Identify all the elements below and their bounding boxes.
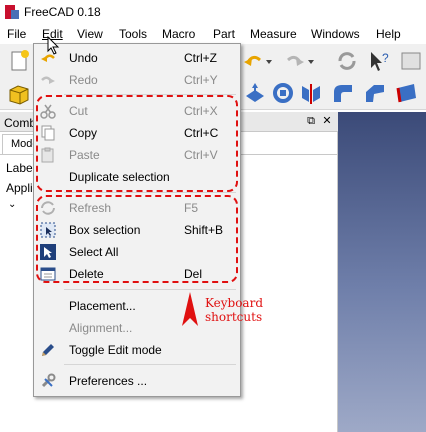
- menu-view[interactable]: View: [77, 27, 103, 41]
- annotation-label-line1: Keyboard: [205, 296, 264, 310]
- close-panel-icon[interactable]: ✕: [320, 114, 334, 128]
- part-mirror-icon[interactable]: [298, 80, 324, 106]
- menu-item-preferences[interactable]: Preferences ...: [34, 370, 240, 392]
- whats-this-icon[interactable]: ?: [366, 48, 392, 74]
- redo-dropdown-icon[interactable]: [304, 48, 330, 74]
- refresh-toolbar-icon[interactable]: [334, 48, 360, 74]
- svg-text:?: ?: [382, 51, 389, 65]
- menu-item-redo[interactable]: Redo Ctrl+Y: [34, 69, 240, 91]
- menu-item-toggle-edit-mode[interactable]: Toggle Edit mode: [34, 339, 240, 361]
- 3d-view[interactable]: [338, 112, 426, 432]
- title-bar: FreeCAD 0.18: [0, 0, 426, 24]
- menu-item-label: Alignment...: [69, 321, 133, 335]
- menu-separator: [64, 364, 236, 365]
- part-extrude-icon[interactable]: [242, 80, 268, 106]
- annotation-arrow-icon: [182, 292, 198, 326]
- wrench-icon: [40, 373, 56, 389]
- menu-bar: File Edit View Tools Macro Part Measure …: [0, 24, 426, 44]
- tree-expand-chevron-icon[interactable]: ⌄: [8, 199, 16, 210]
- part-face-icon[interactable]: [394, 80, 420, 106]
- window-title: FreeCAD 0.18: [24, 5, 101, 19]
- part-box-icon[interactable]: [6, 80, 32, 106]
- float-panel-icon[interactable]: ⧉: [304, 114, 318, 128]
- annotation-box-selection: [36, 195, 238, 283]
- tree-item-application[interactable]: Appli: [6, 181, 33, 195]
- new-document-icon[interactable]: [6, 48, 32, 74]
- part-chamfer-icon[interactable]: [362, 80, 388, 106]
- menu-part[interactable]: Part: [213, 27, 235, 41]
- mouse-cursor-icon: [47, 36, 60, 55]
- menu-macro[interactable]: Macro: [162, 27, 195, 41]
- menu-separator: [64, 289, 236, 290]
- part-fillet-icon[interactable]: [330, 80, 356, 106]
- menu-item-undo[interactable]: Undo Ctrl+Z: [34, 47, 240, 69]
- menu-measure[interactable]: Measure: [250, 27, 297, 41]
- toolbar-extra-icon[interactable]: [398, 48, 424, 74]
- menu-file[interactable]: File: [7, 27, 26, 41]
- part-revolve-icon[interactable]: [270, 80, 296, 106]
- pencil-icon: [40, 342, 56, 358]
- annotation-box-clipboard: [36, 95, 238, 192]
- menu-tools[interactable]: Tools: [119, 27, 147, 41]
- menu-help[interactable]: Help: [376, 27, 401, 41]
- menu-windows[interactable]: Windows: [311, 27, 360, 41]
- redo-icon: [40, 72, 56, 88]
- freecad-logo-icon: [5, 5, 19, 19]
- menu-item-label: Toggle Edit mode: [69, 343, 162, 357]
- tree-column-label: Label: [6, 161, 36, 175]
- annotation-label-line2: shortcuts: [205, 310, 263, 324]
- menu-item-label: Undo: [69, 51, 98, 65]
- menu-item-label: Redo: [69, 73, 98, 87]
- menu-item-shortcut: Ctrl+Y: [184, 73, 218, 87]
- menu-separator: [64, 192, 236, 193]
- menu-item-shortcut: Ctrl+Z: [184, 51, 217, 65]
- menu-item-label: Preferences ...: [69, 374, 148, 388]
- menu-item-label: Placement...: [69, 299, 136, 313]
- annotation-label: Keyboard shortcuts: [205, 296, 263, 324]
